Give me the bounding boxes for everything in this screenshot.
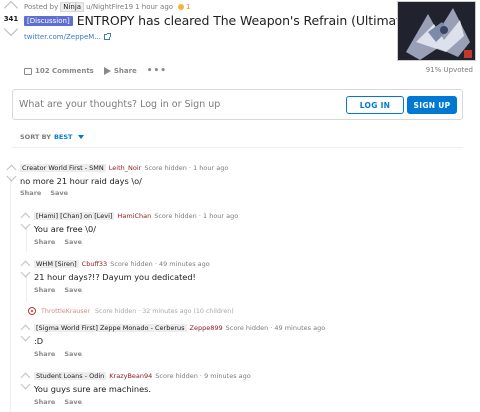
comments-count: 102 Comments bbox=[35, 67, 94, 75]
comment-author[interactable]: Leith_Noir bbox=[109, 164, 142, 172]
comment-body: :D bbox=[34, 336, 44, 346]
comment-status: Score hidden · 1 hour ago bbox=[154, 212, 239, 220]
upvote-ratio: 91% Upvoted bbox=[425, 66, 473, 74]
comment-status: Score hidden · 9 minutes ago bbox=[155, 372, 251, 380]
post-actions: 102 Comments Share ••• bbox=[24, 66, 167, 76]
post-link-text[interactable]: twitter.com/ZeppeM... bbox=[24, 33, 101, 41]
post-time[interactable]: 1 hour ago bbox=[135, 3, 173, 11]
comment-meta: [Hami] [Chan] on [Levi] HamiChan Score h… bbox=[34, 212, 238, 220]
comment-body: You guys sure are machines. bbox=[34, 384, 151, 394]
more-options-icon[interactable]: ••• bbox=[147, 66, 167, 76]
save-button[interactable]: Save bbox=[64, 350, 82, 358]
comment-vote bbox=[18, 260, 32, 278]
comment-actions: Share Save bbox=[20, 189, 68, 197]
user-flair: [Hami] [Chan] on [Levi] bbox=[34, 212, 115, 220]
downvote-icon[interactable] bbox=[20, 331, 30, 342]
comment-status: Score hidden · 1 hour ago bbox=[144, 164, 229, 172]
upvote-icon[interactable] bbox=[3, 0, 19, 16]
comment-meta: Creator World First - SMN Leith_Noir Sco… bbox=[20, 164, 228, 172]
post-link[interactable]: twitter.com/ZeppeM... bbox=[24, 33, 111, 41]
share-button[interactable]: Share bbox=[34, 350, 55, 358]
comment-author[interactable]: Cbuff33 bbox=[82, 260, 108, 268]
comment-body: You are free \0/ bbox=[34, 224, 97, 234]
comment-actions: Share Save bbox=[34, 398, 82, 406]
share-button[interactable]: Share bbox=[20, 189, 41, 197]
post-title[interactable]: ENTROPY has cleared The Weapon's Refrain… bbox=[77, 13, 419, 28]
post-title-row: [Discussion] ENTROPY has cleared The Wea… bbox=[24, 13, 418, 28]
downvote-icon[interactable] bbox=[3, 21, 19, 37]
external-link-icon bbox=[104, 33, 111, 40]
comment-author[interactable]: Zeppe899 bbox=[190, 324, 223, 332]
posted-by-label: Posted by bbox=[24, 3, 59, 11]
thread-line[interactable] bbox=[10, 176, 11, 412]
downvote-icon[interactable] bbox=[20, 267, 30, 278]
thumbnail-image bbox=[398, 2, 475, 60]
divider bbox=[12, 147, 463, 148]
comment-status: Score hidden · 49 minutes ago bbox=[225, 324, 326, 332]
user-flair: Creator World First - SMN bbox=[20, 164, 106, 172]
author-flair: Ninja bbox=[60, 2, 85, 12]
login-button[interactable]: LOG IN bbox=[346, 96, 404, 114]
sort-control[interactable]: SORT BY BEST bbox=[20, 133, 85, 141]
login-prompt[interactable]: What are your thoughts? Log in or Sign u… bbox=[19, 99, 220, 110]
user-flair: Student Loans - Odin bbox=[34, 372, 107, 380]
post-author[interactable]: u/NightFire19 bbox=[86, 3, 133, 11]
comment-actions: Share Save bbox=[34, 238, 82, 246]
save-button[interactable]: Save bbox=[64, 286, 82, 294]
comments-button[interactable]: 102 Comments bbox=[24, 67, 94, 75]
sort-value[interactable]: BEST bbox=[54, 133, 73, 141]
expand-icon[interactable] bbox=[28, 307, 36, 315]
post-meta: Posted by Ninja u/NightFire19 1 hour ago… bbox=[24, 2, 191, 12]
share-button[interactable]: Share bbox=[34, 286, 55, 294]
comment-vote bbox=[18, 212, 32, 230]
comment-status: Score hidden · 32 minutes ago (10 childr… bbox=[95, 307, 234, 315]
comment-author[interactable]: HamiChan bbox=[117, 212, 151, 220]
downvote-icon[interactable] bbox=[20, 379, 30, 390]
comment-author[interactable]: KrazyBean94 bbox=[109, 372, 152, 380]
award-count: 1 bbox=[186, 3, 191, 11]
signup-button[interactable]: SIGN UP bbox=[407, 96, 457, 114]
share-button[interactable]: Share bbox=[103, 67, 137, 75]
post-vote-column: 341 bbox=[2, 0, 20, 37]
comment-status: Score hidden · 49 minutes ago bbox=[110, 260, 210, 268]
comment-meta: [Sigma World First] Zeppe Monado - Cerbe… bbox=[34, 324, 325, 332]
post-header: 341 Posted by Ninja u/NightFire19 1 hour… bbox=[0, 0, 480, 80]
share-button[interactable]: Share bbox=[34, 238, 55, 246]
comment-body: 21 hour days?!? Dayum you dedicated! bbox=[34, 272, 196, 282]
thread-line[interactable] bbox=[26, 226, 27, 252]
post-thumbnail[interactable] bbox=[397, 1, 476, 61]
award-icon bbox=[178, 4, 185, 10]
save-button[interactable]: Save bbox=[64, 398, 82, 406]
downvote-icon[interactable] bbox=[6, 171, 16, 182]
comment-login-bar: What are your thoughts? Log in or Sign u… bbox=[12, 89, 463, 120]
share-button[interactable]: Share bbox=[34, 398, 55, 406]
save-button[interactable]: Save bbox=[64, 238, 82, 246]
thread-line[interactable] bbox=[26, 276, 27, 302]
downvote-icon[interactable] bbox=[20, 219, 30, 230]
share-label: Share bbox=[113, 67, 137, 75]
comment-vote bbox=[18, 324, 32, 342]
user-flair: [Sigma World First] Zeppe Monado - Cerbe… bbox=[34, 324, 187, 332]
save-button[interactable]: Save bbox=[50, 189, 68, 197]
comment-actions: Share Save bbox=[34, 350, 82, 358]
chevron-down-icon[interactable] bbox=[78, 135, 85, 139]
comment-body: no more 21 hour raid days \o/ bbox=[20, 176, 142, 186]
comment-author[interactable]: ThrottleKrauser bbox=[41, 308, 90, 315]
comment-meta: Student Loans - Odin KrazyBean94 Score h… bbox=[34, 372, 251, 380]
user-flair: WHM [Siren] bbox=[34, 260, 79, 268]
collapsed-comment[interactable]: ThrottleKrauser Score hidden · 32 minute… bbox=[28, 307, 234, 315]
comment-actions: Share Save bbox=[34, 286, 82, 294]
comment-icon bbox=[24, 67, 32, 75]
sort-label: SORT BY bbox=[20, 133, 51, 141]
comment-vote bbox=[4, 164, 18, 182]
comment-vote bbox=[18, 372, 32, 390]
post-flair[interactable]: [Discussion] bbox=[24, 15, 73, 26]
comment-meta: WHM [Siren] Cbuff33 Score hidden · 49 mi… bbox=[34, 260, 210, 268]
share-icon bbox=[103, 67, 111, 75]
